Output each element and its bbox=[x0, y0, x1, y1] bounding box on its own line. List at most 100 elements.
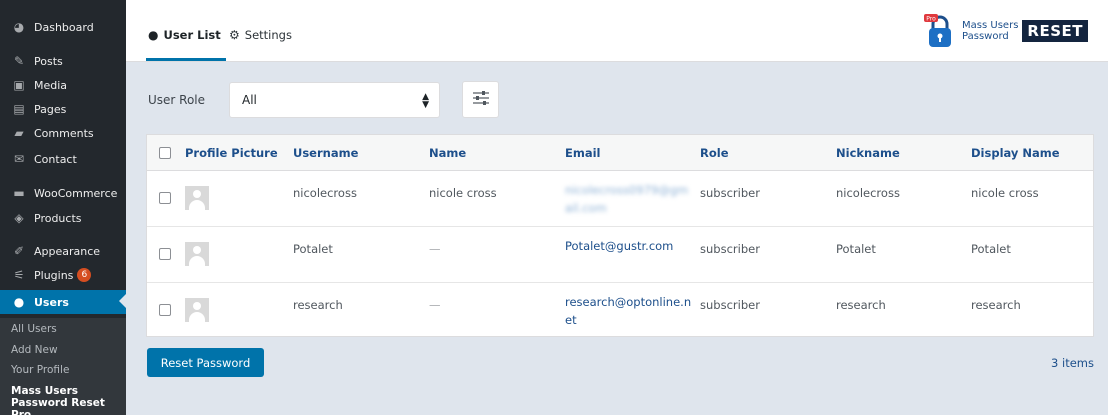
column-settings-button[interactable] bbox=[462, 81, 499, 118]
lock-icon: Pro bbox=[924, 14, 956, 48]
cell-name: — bbox=[429, 242, 441, 256]
avatar bbox=[185, 242, 209, 266]
menu-label: Users bbox=[34, 295, 69, 309]
brush-icon: ✐ bbox=[13, 244, 25, 258]
row-checkbox[interactable] bbox=[159, 304, 171, 316]
submenu-all-users[interactable]: All Users bbox=[11, 323, 57, 335]
menu-label: Media bbox=[34, 78, 68, 92]
cell-nickname: nicolecross bbox=[836, 186, 900, 200]
submenu-your-profile[interactable]: Your Profile bbox=[11, 364, 69, 376]
brand-line-2: Password bbox=[962, 31, 1009, 42]
menu-label: Comments bbox=[34, 126, 94, 140]
menu-plugins[interactable]: ⚟ Plugins 6 bbox=[0, 264, 126, 286]
column-role[interactable]: Role bbox=[700, 146, 729, 160]
plugin-header: ● User List ⚙ Settings Pro Mass Users Pa… bbox=[126, 0, 1108, 62]
cell-nickname: Potalet bbox=[836, 242, 876, 256]
menu-appearance[interactable]: ✐ Appearance bbox=[0, 240, 126, 262]
menu-label: WooCommerce bbox=[34, 186, 118, 200]
brand-name: Mass Users Password bbox=[962, 20, 1018, 42]
cell-email[interactable]: Potalet@gustr.com bbox=[565, 237, 693, 255]
avatar bbox=[185, 298, 209, 322]
cell-name: — bbox=[429, 298, 441, 312]
submenu-mass-users-password-reset-pro[interactable]: Mass Users Password Reset Pro bbox=[11, 385, 121, 415]
pin-icon: ✎ bbox=[13, 54, 25, 68]
cell-name: nicole cross bbox=[429, 186, 497, 200]
row-checkbox[interactable] bbox=[159, 192, 171, 204]
active-tab-indicator bbox=[146, 58, 226, 61]
cell-display-name: research bbox=[971, 298, 1021, 312]
menu-label: Appearance bbox=[34, 244, 101, 258]
plugin-icon: ⚟ bbox=[13, 268, 25, 282]
reset-password-button[interactable]: Reset Password bbox=[147, 348, 264, 377]
woocommerce-icon: ▬ bbox=[13, 186, 25, 200]
table-header: Profile Picture Username Name Email Role… bbox=[147, 135, 1093, 171]
gear-icon: ⚙ bbox=[229, 28, 240, 42]
menu-pages[interactable]: ▤ Pages bbox=[0, 98, 126, 120]
users-table: Profile Picture Username Name Email Role… bbox=[146, 134, 1094, 337]
row-checkbox[interactable] bbox=[159, 248, 171, 260]
user-role-value: All bbox=[242, 93, 257, 107]
tab-label: User List bbox=[163, 28, 221, 42]
table-row: Potalet — Potalet@gustr.com subscriber P… bbox=[147, 227, 1093, 283]
plugin-logo: Pro Mass Users Password RESET bbox=[924, 14, 1088, 48]
menu-products[interactable]: ◈ Products bbox=[0, 207, 126, 229]
admin-sidebar: ◕ Dashboard ✎ Posts ▣ Media ▤ Pages ▰ Co… bbox=[0, 0, 126, 415]
tab-user-list[interactable]: ● User List bbox=[148, 28, 221, 42]
table-row: research — research@optonline.net subscr… bbox=[147, 283, 1093, 339]
brand-reset-label: RESET bbox=[1022, 20, 1088, 42]
update-count-badge: 6 bbox=[77, 268, 92, 282]
mail-icon: ✉ bbox=[13, 152, 25, 166]
cell-username: Potalet bbox=[293, 242, 333, 256]
users-submenu: All Users Add New Your Profile Mass User… bbox=[0, 318, 126, 415]
products-icon: ◈ bbox=[14, 211, 24, 225]
pro-tag: Pro bbox=[926, 16, 936, 23]
active-menu-arrow bbox=[119, 294, 126, 308]
column-display-name[interactable]: Display Name bbox=[971, 146, 1060, 160]
select-arrows-icon: ▲ ▼ bbox=[422, 92, 429, 110]
user-list-icon: ● bbox=[148, 28, 159, 42]
cell-role: subscriber bbox=[700, 242, 760, 256]
cell-role: subscriber bbox=[700, 298, 760, 312]
brand-line-1: Mass Users bbox=[962, 20, 1019, 31]
menu-contact[interactable]: ✉ Contact bbox=[0, 148, 126, 170]
cell-username: nicolecross bbox=[293, 186, 357, 200]
column-name[interactable]: Name bbox=[429, 146, 466, 160]
menu-dashboard[interactable]: ◕ Dashboard bbox=[0, 16, 126, 38]
comment-icon: ▰ bbox=[14, 126, 24, 140]
menu-label: Products bbox=[34, 211, 82, 225]
cell-email[interactable]: research@optonline.net bbox=[565, 293, 693, 329]
select-all-checkbox[interactable] bbox=[159, 147, 171, 159]
cell-nickname: research bbox=[836, 298, 886, 312]
menu-users[interactable]: ● Users bbox=[0, 290, 126, 314]
user-icon: ● bbox=[13, 295, 25, 309]
cell-role: subscriber bbox=[700, 186, 760, 200]
tab-label: Settings bbox=[244, 28, 292, 42]
column-nickname[interactable]: Nickname bbox=[836, 146, 900, 160]
menu-comments[interactable]: ▰ Comments bbox=[0, 122, 126, 144]
avatar bbox=[185, 186, 209, 210]
cell-email[interactable]: nicolecross0979@gmail.com bbox=[565, 181, 693, 217]
column-profile-picture[interactable]: Profile Picture bbox=[185, 146, 278, 160]
table-row: nicolecross nicole cross nicolecross0979… bbox=[147, 171, 1093, 227]
menu-woocommerce[interactable]: ▬ WooCommerce bbox=[0, 182, 126, 204]
sliders-icon bbox=[472, 90, 490, 109]
tab-settings[interactable]: ⚙ Settings bbox=[229, 28, 292, 42]
column-email[interactable]: Email bbox=[565, 146, 600, 160]
dashboard-icon: ◕ bbox=[13, 20, 25, 34]
items-count: 3 items bbox=[1051, 356, 1094, 370]
media-icon: ▣ bbox=[13, 78, 25, 92]
cell-display-name: nicole cross bbox=[971, 186, 1039, 200]
user-role-label: User Role bbox=[148, 93, 206, 107]
cell-username: research bbox=[293, 298, 343, 312]
menu-label: Posts bbox=[34, 54, 63, 68]
menu-label: Pages bbox=[34, 102, 67, 116]
submenu-add-new[interactable]: Add New bbox=[11, 344, 58, 356]
column-username[interactable]: Username bbox=[293, 146, 358, 160]
pages-icon: ▤ bbox=[13, 102, 25, 116]
menu-media[interactable]: ▣ Media bbox=[0, 74, 126, 96]
menu-posts[interactable]: ✎ Posts bbox=[0, 50, 126, 72]
menu-label: Plugins bbox=[34, 268, 74, 282]
user-role-select[interactable]: All ▲ ▼ bbox=[229, 82, 440, 118]
menu-label: Dashboard bbox=[34, 20, 94, 34]
menu-label: Contact bbox=[34, 152, 77, 166]
